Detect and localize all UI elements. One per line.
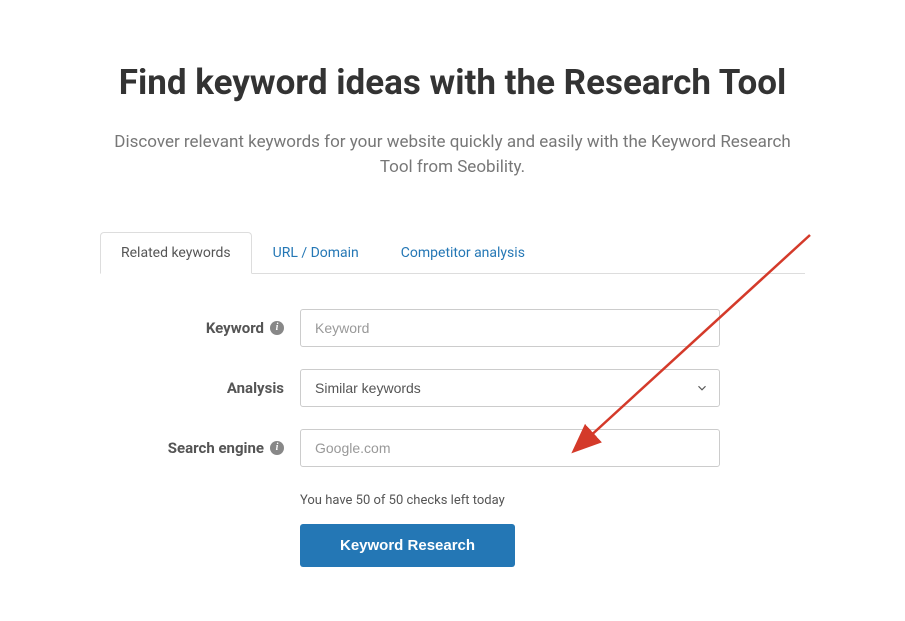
tab-url-domain[interactable]: URL / Domain [252, 232, 380, 274]
keyword-label: Keyword i [100, 319, 300, 337]
keyword-label-text: Keyword [206, 319, 264, 337]
search-engine-label: Search engine i [100, 439, 300, 457]
keyword-research-button[interactable]: Keyword Research [300, 524, 515, 567]
search-engine-label-text: Search engine [168, 439, 264, 457]
analysis-label-text: Analysis [227, 379, 284, 397]
tab-related-keywords[interactable]: Related keywords [100, 232, 252, 274]
analysis-label: Analysis [100, 379, 300, 397]
keyword-input[interactable] [300, 309, 720, 347]
analysis-select[interactable]: Similar keywords [300, 369, 720, 407]
page-subtitle: Discover relevant keywords for your webs… [100, 130, 805, 181]
checks-remaining-text: You have 50 of 50 checks left today [300, 493, 505, 508]
tab-competitor-analysis[interactable]: Competitor analysis [380, 232, 546, 274]
info-icon[interactable]: i [270, 321, 284, 335]
page-title: Find keyword ideas with the Research Too… [100, 60, 805, 106]
search-engine-input[interactable] [300, 429, 720, 467]
tabs-nav: Related keywords URL / Domain Competitor… [100, 231, 805, 274]
info-icon[interactable]: i [270, 441, 284, 455]
